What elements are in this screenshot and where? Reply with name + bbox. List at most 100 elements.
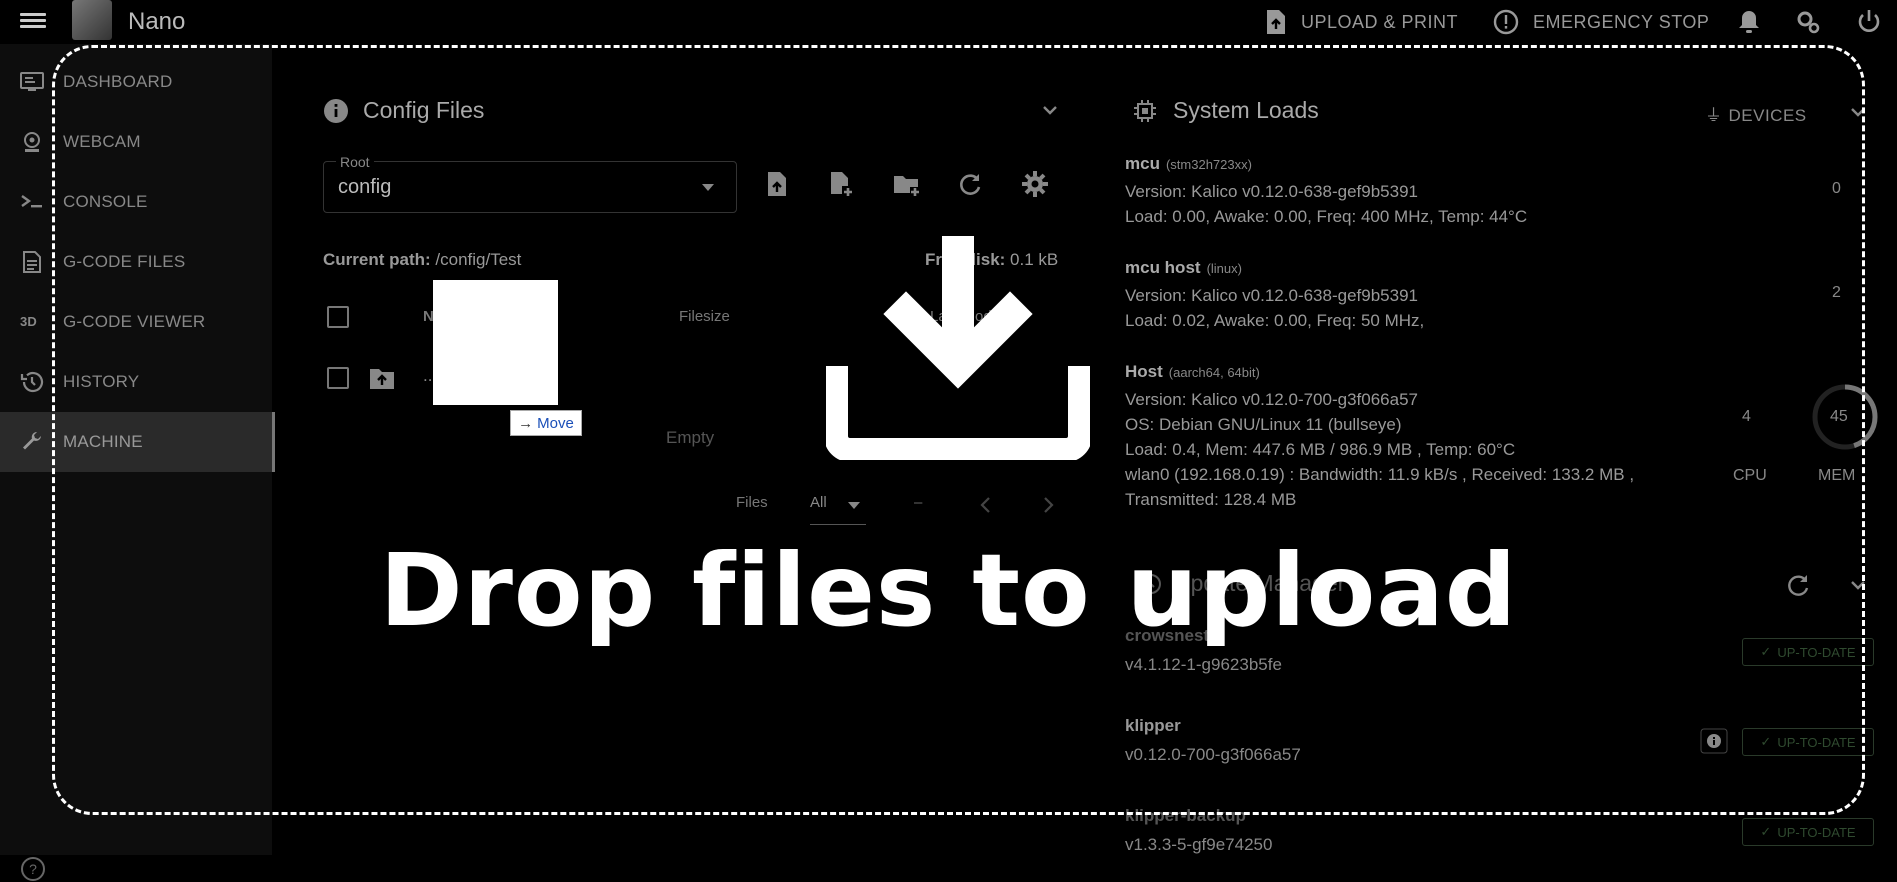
arrow-right-icon: → <box>518 414 534 432</box>
top-app-bar: Nano UPLOAD & PRINT EMERGENCY STOP <box>0 0 1897 44</box>
mcu-host-version: Version: Kalico v0.12.0-638-gef9b5391 <box>1125 286 1418 305</box>
upload-print-label: UPLOAD & PRINT <box>1301 11 1459 32</box>
sidebar-item-label: DASHBOARD <box>63 72 173 91</box>
host-network: wlan0 (192.168.0.19) : Bandwidth: 11.9 k… <box>1125 465 1635 484</box>
mem-label: MEM <box>1818 467 1856 484</box>
config-files-title-text: Config Files <box>363 97 485 123</box>
files-per-page-select[interactable]: All <box>810 490 866 525</box>
mcu-host-load: Load: 0.02, Awake: 0.00, Freq: 50 MHz, <box>1125 311 1425 330</box>
alert-circle-icon <box>1493 9 1519 35</box>
file-document-icon <box>23 251 41 273</box>
refresh-icon[interactable] <box>956 170 984 198</box>
mcu-host-chip: (linux) <box>1206 261 1242 276</box>
usb-icon: ⏚ <box>1705 106 1723 125</box>
mcu-host-name: mcu host (linux) <box>1125 258 1242 278</box>
mcu-host-gauge-value: 2 <box>1832 284 1841 301</box>
sidebar-item-webcam[interactable]: WEBCAM <box>0 112 272 172</box>
system-loads-title: System Loads <box>1133 97 1319 124</box>
sidebar-item-label: MACHINE <box>63 432 143 451</box>
caret-down-icon <box>702 184 714 191</box>
mcu-version: Version: Kalico v0.12.0-638-gef9b5391 <box>1125 182 1418 201</box>
sidebar-item-label: G-CODE VIEWER <box>63 312 206 331</box>
current-path-value: /config/Test <box>435 250 522 269</box>
devices-button[interactable]: ⏚ DEVICES <box>1705 101 1807 126</box>
cpu-value: 4 <box>1742 408 1751 425</box>
help-circle-icon[interactable]: ? <box>20 856 46 882</box>
row-checkbox[interactable] <box>327 367 349 389</box>
sidebar-item-history[interactable]: HISTORY <box>0 352 272 412</box>
file-upload-icon[interactable] <box>763 170 791 198</box>
menu-icon[interactable] <box>20 10 46 32</box>
information-icon[interactable] <box>1700 728 1728 754</box>
printer-avatar <box>72 0 112 40</box>
sidebar-item-gcode-viewer[interactable]: 3D G-CODE VIEWER <box>0 292 272 352</box>
column-filesize[interactable]: Filesize <box>679 308 730 325</box>
root-select[interactable]: Root config <box>323 154 737 213</box>
sidebar-item-label: CONSOLE <box>63 192 148 211</box>
sidebar-item-gcode-files[interactable]: G-CODE FILES <box>0 232 272 292</box>
3d-icon: 3D <box>20 314 38 329</box>
cogs-icon[interactable] <box>1795 8 1823 36</box>
sidebar-item-label: G-CODE FILES <box>63 252 186 271</box>
host-network-transmitted: Transmitted: 128.4 MB <box>1125 490 1297 509</box>
status-badge: ✓ UP-TO-DATE <box>1742 728 1874 756</box>
sidebar-item-machine[interactable]: MACHINE <box>0 412 275 472</box>
config-files-title: Config Files <box>323 97 484 124</box>
status-badge-text: UP-TO-DATE <box>1777 734 1856 750</box>
sidebar-item-dashboard[interactable]: DASHBOARD <box>0 52 272 112</box>
devices-label: DEVICES <box>1728 106 1807 125</box>
files-per-page-value: All <box>810 494 827 511</box>
chevron-down-icon[interactable] <box>1848 102 1868 122</box>
host-version: Version: Kalico v0.12.0-700-g3f066a57 <box>1125 390 1418 409</box>
cpu-label: CPU <box>1733 467 1767 484</box>
mcu-load: Load: 0.00, Awake: 0.00, Freq: 400 MHz, … <box>1125 207 1528 226</box>
folder-upload-icon <box>370 369 394 389</box>
sidebar-item-label: HISTORY <box>63 372 140 391</box>
chevron-left-icon[interactable] <box>978 495 994 515</box>
upload-print-button[interactable]: UPLOAD & PRINT <box>1265 8 1458 36</box>
host-load: Load: 0.4, Mem: 447.6 MB / 986.9 MB , Te… <box>1125 440 1516 459</box>
svg-text:?: ? <box>29 861 37 877</box>
sidebar-item-console[interactable]: CONSOLE <box>0 172 272 232</box>
bell-icon[interactable] <box>1735 8 1763 36</box>
drag-ghost <box>433 280 558 405</box>
emergency-stop-button[interactable]: EMERGENCY STOP <box>1493 8 1709 36</box>
folder-plus-icon[interactable] <box>892 170 920 198</box>
console-icon <box>21 195 42 208</box>
gear-icon[interactable] <box>1021 170 1049 198</box>
move-tooltip-text: Move <box>537 414 574 432</box>
mcu-name: mcu (stm32h723xx) <box>1125 154 1252 174</box>
host-os: OS: Debian GNU/Linux 11 (bullseye) <box>1125 415 1402 434</box>
system-loads-title-text: System Loads <box>1173 97 1319 123</box>
monitor-dashboard-icon <box>20 72 44 91</box>
sidebar: DASHBOARD WEBCAM CONSOLE G-CODE FILES 3D… <box>0 44 275 881</box>
parent-directory-row[interactable]: .. <box>423 366 432 386</box>
host-name: Host (aarch64, 64bit) <box>1125 362 1260 382</box>
mcu-host-name-text: mcu host <box>1125 258 1201 277</box>
drop-files-text: Drop files to upload <box>379 532 1518 649</box>
caret-down-icon <box>848 502 860 509</box>
host-chip: (aarch64, 64bit) <box>1168 365 1260 380</box>
mcu-gauge-value: 0 <box>1832 180 1841 197</box>
power-icon[interactable] <box>1855 8 1883 36</box>
empty-state: Empty <box>666 428 715 447</box>
chevron-down-icon[interactable] <box>1040 100 1060 120</box>
chip-icon <box>1134 99 1156 122</box>
chevron-right-icon[interactable] <box>1040 495 1056 515</box>
files-per-page-label: Files <box>736 494 768 511</box>
root-select-label: Root <box>336 154 374 170</box>
mcu-name-text: mcu <box>1125 154 1160 173</box>
update-item-name: klipper <box>1125 716 1181 735</box>
current-path-label: Current path: <box>323 250 431 269</box>
history-icon <box>20 371 44 393</box>
status-badge-text: UP-TO-DATE <box>1777 824 1856 840</box>
root-select-value: config <box>338 176 392 198</box>
mcu-chip: (stm32h723xx) <box>1165 157 1252 172</box>
update-item-version: v0.12.0-700-g3f066a57 <box>1125 745 1301 764</box>
file-plus-icon[interactable] <box>827 170 855 198</box>
emergency-stop-label: EMERGENCY STOP <box>1533 11 1710 32</box>
file-upload-icon <box>1267 10 1285 34</box>
update-item-version: v1.3.3-5-gf9e74250 <box>1125 835 1273 854</box>
select-all-checkbox[interactable] <box>327 306 349 328</box>
update-item-version: v4.1.12-1-g9623b5fe <box>1125 655 1282 674</box>
